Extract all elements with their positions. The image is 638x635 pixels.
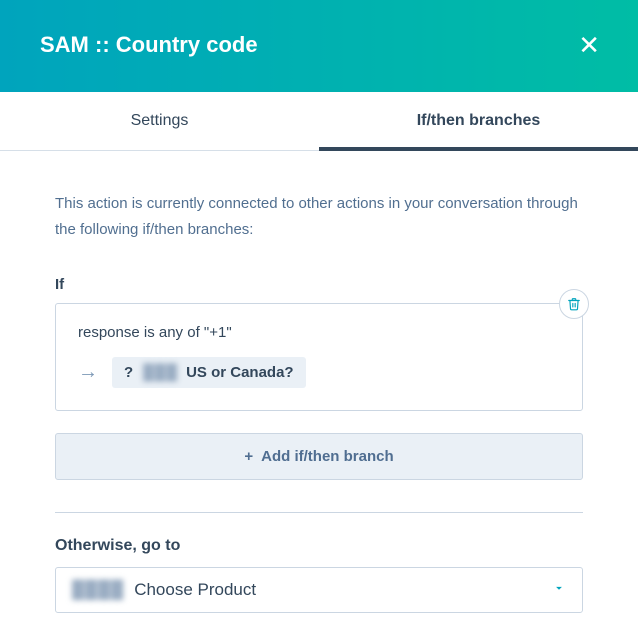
caret-down-icon <box>552 581 566 600</box>
branch-target-chip[interactable]: ? ███ US or Canada? <box>112 357 306 388</box>
tab-if-then-branches[interactable]: If/then branches <box>319 92 638 150</box>
branch-target-label: US or Canada? <box>186 364 294 381</box>
dialog-title: SAM :: Country code <box>40 32 258 58</box>
delete-branch-button[interactable] <box>559 289 589 319</box>
tab-settings[interactable]: Settings <box>0 92 319 150</box>
otherwise-select-value: Choose Product <box>134 580 256 600</box>
branch-if-label: If <box>55 276 583 293</box>
otherwise-select-content: ████ Choose Product <box>72 580 256 600</box>
branch-target-hidden: ███ <box>143 364 178 381</box>
otherwise-label: Otherwise, go to <box>55 537 583 555</box>
arrow-right-icon: → <box>78 361 98 384</box>
branch-block: response is any of "+1" → ? ███ US or Ca… <box>55 303 583 411</box>
section-divider <box>55 512 583 513</box>
otherwise-select-hidden: ████ <box>72 580 124 600</box>
panel-description: This action is currently connected to ot… <box>55 191 583 242</box>
branch-card[interactable]: response is any of "+1" → ? ███ US or Ca… <box>55 303 583 411</box>
close-button[interactable]: ✕ <box>570 28 608 62</box>
branch-target-row: → ? ███ US or Canada? <box>78 357 560 388</box>
otherwise-select[interactable]: ████ Choose Product <box>55 567 583 613</box>
close-icon: ✕ <box>578 30 600 60</box>
tab-bar: Settings If/then branches <box>0 92 638 151</box>
branch-condition: response is any of "+1" <box>78 324 560 341</box>
add-branch-label: Add if/then branch <box>261 448 394 465</box>
dialog-header: SAM :: Country code ✕ <box>0 0 638 92</box>
branch-target-prefix: ? <box>124 364 133 381</box>
plus-icon: + <box>244 448 253 465</box>
panel-content: This action is currently connected to ot… <box>0 151 638 613</box>
add-branch-button[interactable]: + Add if/then branch <box>55 433 583 480</box>
trash-icon <box>567 297 581 311</box>
